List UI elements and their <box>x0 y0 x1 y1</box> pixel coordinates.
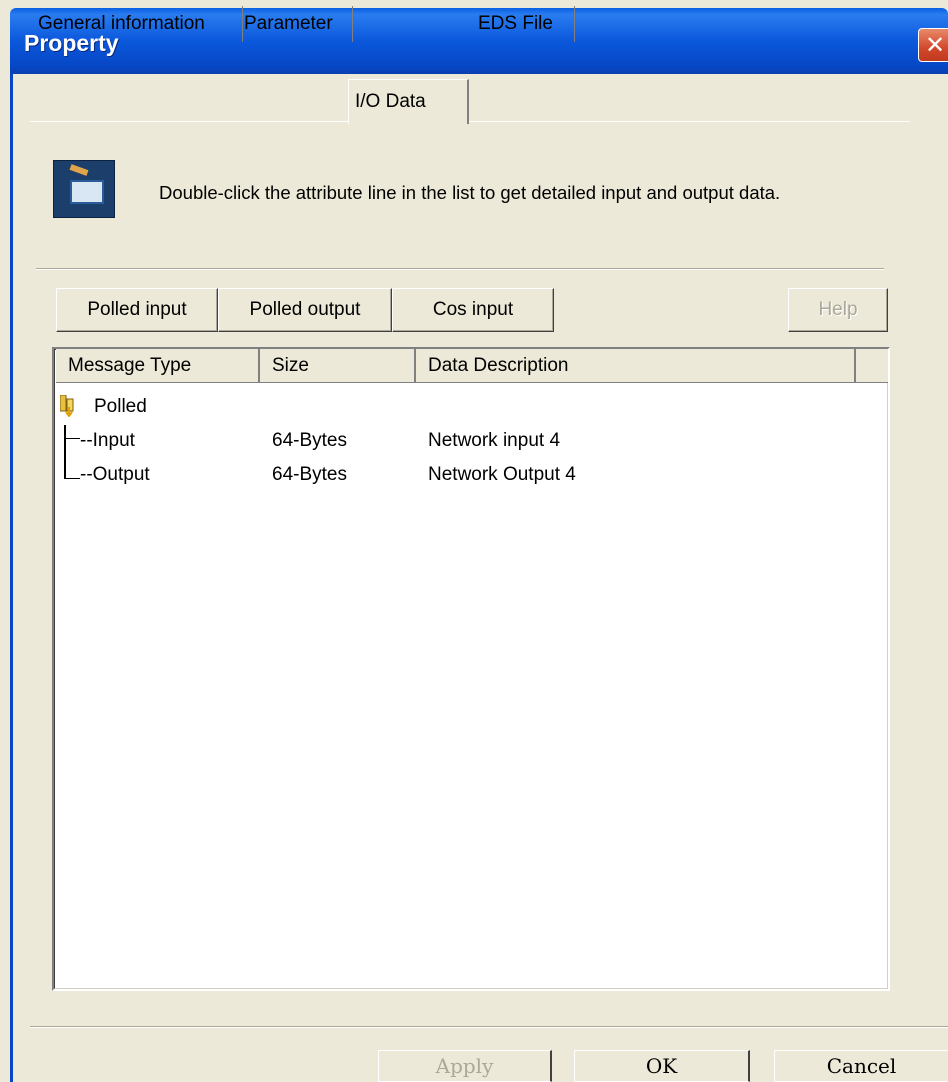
column-header-message-type[interactable]: Message Type <box>56 349 260 383</box>
close-button[interactable]: ✕ <box>918 28 948 62</box>
polled-output-button[interactable]: Polled output <box>218 288 392 332</box>
window-frame <box>10 74 13 1082</box>
tab-io-data[interactable]: I/O Data <box>348 79 469 124</box>
column-header-filler <box>856 349 888 383</box>
apply-button[interactable]: Apply <box>378 1050 552 1082</box>
io-data-icon <box>53 160 115 218</box>
tab-parameter[interactable]: Parameter <box>238 6 353 42</box>
tree-group-polled[interactable]: Polled <box>94 395 147 419</box>
column-header-data-description[interactable]: Data Description <box>416 349 856 383</box>
row-output-description: Network Output 4 <box>428 464 576 485</box>
column-header-size[interactable]: Size <box>260 349 416 383</box>
tree-line-output <box>64 478 80 479</box>
row-input-type[interactable]: --Input <box>80 429 135 453</box>
row-output-size: 64-Bytes <box>272 464 347 485</box>
tab-divider <box>30 121 910 122</box>
separator <box>36 268 884 270</box>
tree-line-input <box>64 438 80 439</box>
polled-input-button[interactable]: Polled input <box>56 288 218 332</box>
row-input-description: Network input 4 <box>428 430 561 451</box>
ok-button[interactable]: OK <box>574 1050 750 1082</box>
tree-line-vertical <box>64 425 66 479</box>
tab-eds-file[interactable]: EDS File <box>472 6 575 42</box>
row-input-size: 64-Bytes <box>272 430 347 451</box>
close-icon: ✕ <box>924 31 946 59</box>
cos-input-button[interactable]: Cos input <box>392 288 554 332</box>
folder-io-icon <box>60 395 74 417</box>
io-data-list[interactable]: Message Type Size Data Description Polle… <box>52 347 890 991</box>
cancel-button[interactable]: Cancel <box>774 1050 948 1082</box>
tab-general-information[interactable]: General information <box>32 6 243 42</box>
footer-separator <box>30 1026 948 1028</box>
row-output-type[interactable]: --Output <box>80 463 150 487</box>
help-button[interactable]: Help <box>788 288 888 332</box>
info-text: Double-click the attribute line in the l… <box>159 182 781 203</box>
property-dialog: Property ✕ General information Parameter… <box>0 0 948 1082</box>
